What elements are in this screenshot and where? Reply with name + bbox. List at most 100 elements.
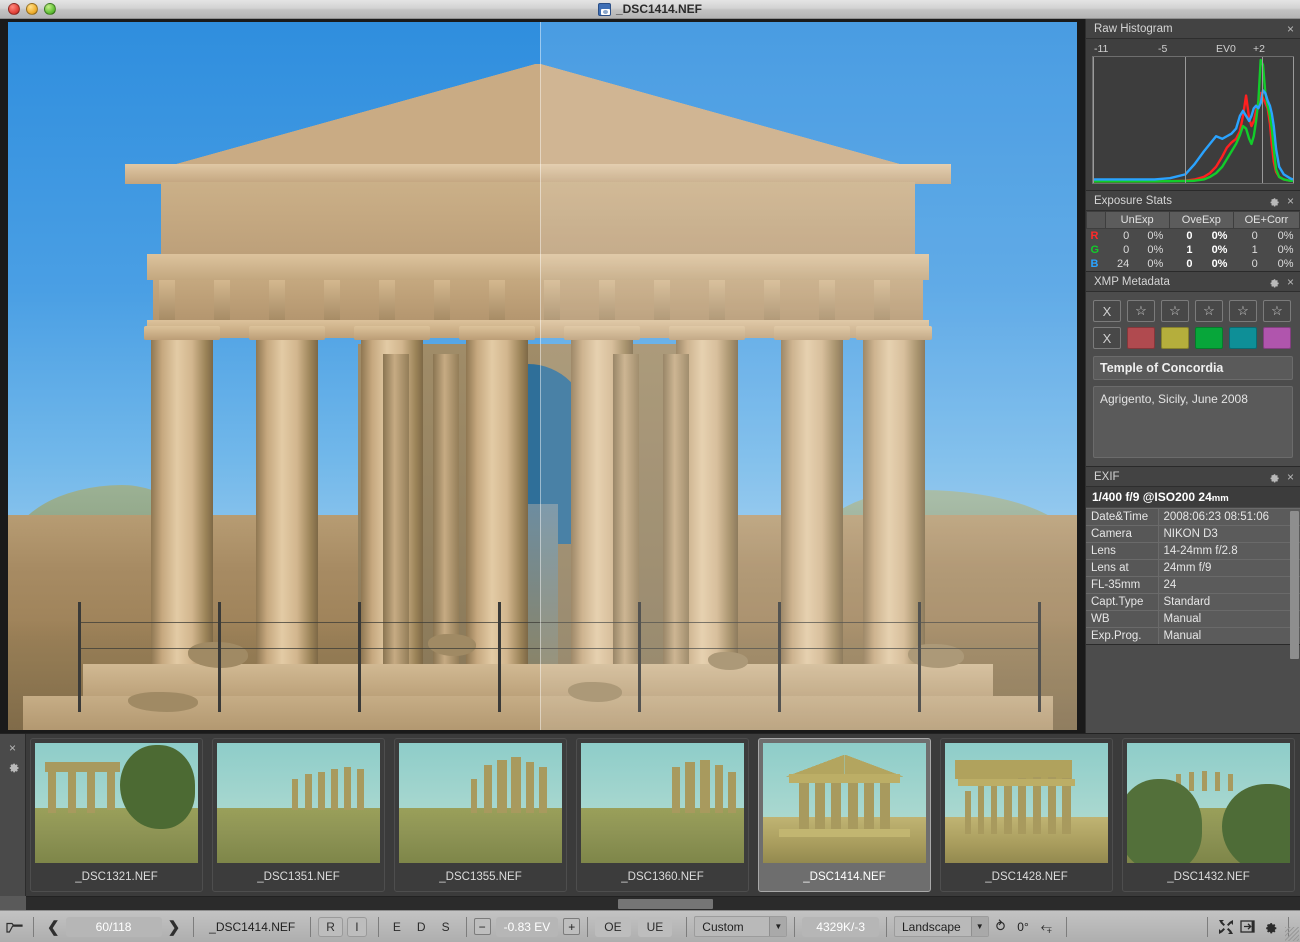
gear-icon[interactable] <box>7 760 19 772</box>
filmstrip-scrollbar-thumb[interactable] <box>618 899 713 909</box>
col-channel <box>1087 212 1106 229</box>
filmstrip-track[interactable]: _DSC1321.NEF _DSC1351.NEF _DSC1355.NEF _DSC… <box>26 734 1300 894</box>
barrier-rope <box>218 648 358 649</box>
filmstrip-thumbnail[interactable]: _DSC1428.NEF <box>940 738 1113 892</box>
unexp-count: 0 <box>1105 243 1135 257</box>
pediment <box>143 64 933 174</box>
temple-column <box>256 338 318 668</box>
close-icon[interactable]: × <box>1287 471 1294 483</box>
exif-row: Capt.TypeStandard <box>1086 594 1300 611</box>
mode-button-r[interactable]: R <box>318 917 343 937</box>
rating-star-3[interactable]: ☆ <box>1195 300 1223 322</box>
folder-icon[interactable] <box>4 917 26 937</box>
color-clear-button[interactable]: X <box>1093 327 1121 349</box>
thumb-detail <box>779 829 909 836</box>
gear-icon[interactable] <box>1268 471 1280 483</box>
stone-rubble <box>708 652 748 670</box>
image-viewer[interactable] <box>0 19 1085 733</box>
close-icon[interactable]: × <box>1287 23 1294 35</box>
fullscreen-icon[interactable] <box>1215 917 1237 937</box>
gear-icon[interactable] <box>1259 917 1281 937</box>
thumbnail-label: _DSC1414.NEF <box>759 863 930 891</box>
orientation-select[interactable]: Landscape ▼ <box>894 916 989 937</box>
exif-table: Date&Time2008:06:23 08:51:06CameraNIKON … <box>1086 508 1300 644</box>
thumb-detail <box>526 762 534 812</box>
view-button-s[interactable]: S <box>435 918 457 936</box>
thumb-detail <box>1215 772 1220 791</box>
white-balance-preset-select[interactable]: Custom ▼ <box>694 916 787 937</box>
export-icon[interactable] <box>1237 917 1259 937</box>
cornice <box>125 164 951 184</box>
resize-grip[interactable] <box>1285 927 1299 941</box>
rotate-ccw-icon[interactable]: ⥆ <box>1034 918 1059 935</box>
exposure-decrease-button[interactable]: − <box>474 918 491 935</box>
color-temperature-value[interactable]: 4329K/-3 <box>802 917 879 937</box>
application-window: _DSC1414.NEF <box>0 0 1300 942</box>
thumb-detail <box>799 774 809 832</box>
close-icon[interactable]: × <box>0 742 25 754</box>
filmstrip-scrollbar[interactable] <box>26 896 1300 910</box>
cella-column <box>383 354 409 664</box>
unexp-percent: 0% <box>1135 257 1169 271</box>
overexposure-toggle[interactable]: OE <box>595 917 630 937</box>
rating-star-1[interactable]: ☆ <box>1127 300 1155 322</box>
chevron-down-icon[interactable]: ▼ <box>769 917 786 936</box>
exif-body: 1/400 f/9 @ISO200 24mm Date&Time2008:06:… <box>1086 487 1300 644</box>
rating-star-2[interactable]: ☆ <box>1161 300 1189 322</box>
thumb-detail <box>107 769 115 810</box>
rating-clear-button[interactable]: X <box>1093 300 1121 322</box>
filmstrip-thumbnail[interactable]: _DSC1321.NEF <box>30 738 203 892</box>
barrier-rope <box>918 648 1038 649</box>
barrier-rope <box>918 622 1038 623</box>
prev-image-button[interactable]: ❮ <box>41 918 66 936</box>
thumbnail-label: _DSC1351.NEF <box>213 863 384 891</box>
filmstrip-thumbnail[interactable]: _DSC1432.NEF <box>1122 738 1295 892</box>
thumbnail-label: _DSC1432.NEF <box>1123 863 1294 891</box>
underexposure-toggle[interactable]: UE <box>638 917 673 937</box>
thumb-detail <box>484 765 492 813</box>
exposure-increase-button[interactable]: + <box>563 918 580 935</box>
next-image-button[interactable]: ❯ <box>162 918 187 936</box>
filmstrip-thumbnail[interactable]: _DSC1360.NEF <box>576 738 749 892</box>
exif-key: Camera <box>1086 526 1158 543</box>
color-label-5[interactable] <box>1263 327 1291 349</box>
histogram-plot[interactable] <box>1092 56 1294 184</box>
thumb-detail <box>880 774 890 832</box>
photo-canvas[interactable] <box>8 22 1077 730</box>
column-capital <box>669 326 745 340</box>
view-button-d[interactable]: D <box>410 918 433 936</box>
gear-icon[interactable] <box>1268 195 1280 207</box>
filmstrip-thumbnail[interactable]: _DSC1355.NEF <box>394 738 567 892</box>
rating-star-4[interactable]: ☆ <box>1229 300 1257 322</box>
panel-xmp-metadata: XMP Metadata × X ☆ ☆ ☆ ☆ ☆ X Temple <box>1086 272 1300 467</box>
color-label-1[interactable] <box>1127 327 1155 349</box>
chevron-down-icon[interactable]: ▼ <box>971 917 988 936</box>
rating-star-5[interactable]: ☆ <box>1263 300 1291 322</box>
barrier-rope <box>638 648 778 649</box>
rotate-cw-icon[interactable]: ⥁ <box>989 918 1013 935</box>
close-icon[interactable]: × <box>1287 195 1294 207</box>
frieze-triglyph <box>324 280 340 320</box>
exposure-value[interactable]: -0.83 EV <box>496 917 559 937</box>
exif-scrollbar-thumb[interactable] <box>1290 511 1299 659</box>
temple-column <box>863 338 925 668</box>
close-icon[interactable]: × <box>1287 276 1294 288</box>
color-label-3[interactable] <box>1195 327 1223 349</box>
xmp-title-field[interactable]: Temple of Concordia <box>1093 356 1293 380</box>
barrier-rope <box>78 622 218 623</box>
color-label-2[interactable] <box>1161 327 1189 349</box>
thumb-detail <box>1062 778 1070 834</box>
thumb-detail <box>965 791 972 834</box>
view-button-e[interactable]: E <box>386 918 408 936</box>
temple-structure <box>143 64 933 664</box>
mode-button-i[interactable]: I <box>347 917 367 937</box>
xmp-notes-field[interactable]: Agrigento, Sicily, June 2008 <box>1093 386 1293 458</box>
oecorr-count: 0 <box>1233 257 1263 271</box>
image-counter[interactable]: 60/118 <box>66 917 162 937</box>
thumbnail-label: _DSC1360.NEF <box>577 863 748 891</box>
color-label-4[interactable] <box>1229 327 1257 349</box>
gear-icon[interactable] <box>1268 276 1280 288</box>
filmstrip-thumbnail-selected[interactable]: _DSC1414.NEF <box>758 738 931 892</box>
raw-histogram-title: Raw Histogram <box>1094 23 1280 35</box>
filmstrip-thumbnail[interactable]: _DSC1351.NEF <box>212 738 385 892</box>
